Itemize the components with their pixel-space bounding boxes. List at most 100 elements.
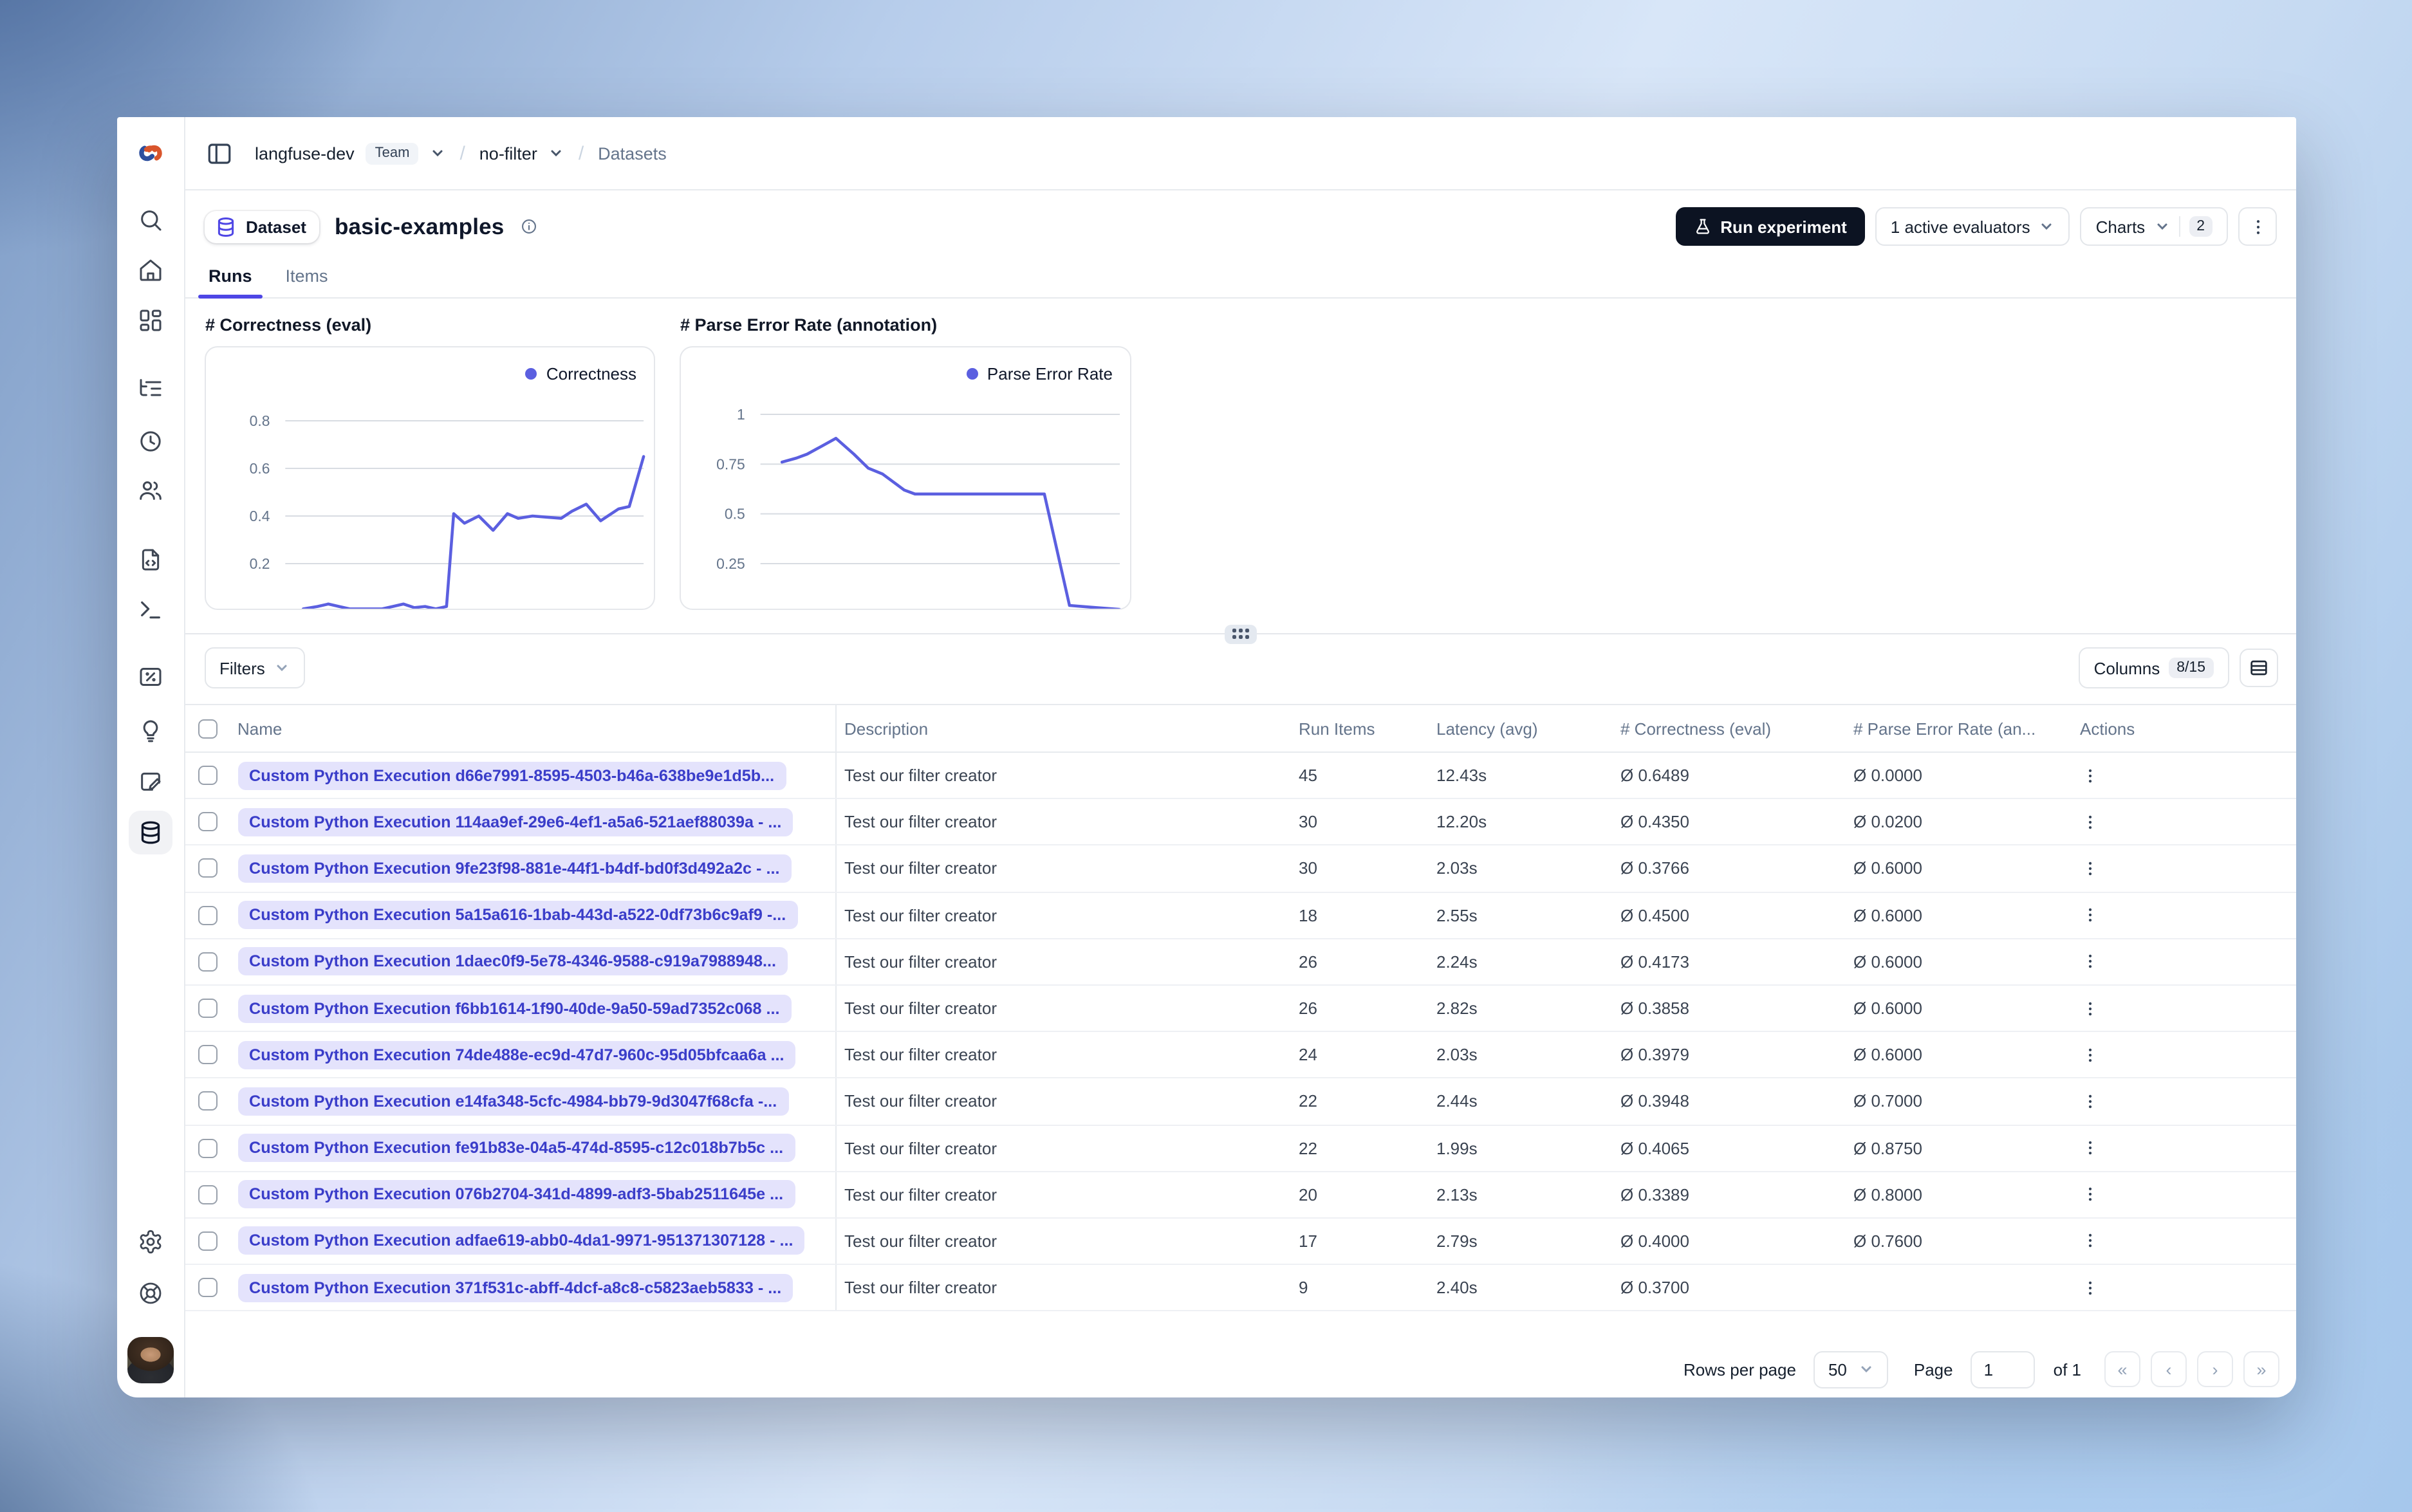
- first-page-button[interactable]: «: [2104, 1351, 2140, 1387]
- page-label: Page: [1913, 1360, 1953, 1379]
- row-kebab-menu-button[interactable]: [2080, 1046, 2101, 1064]
- row-checkbox[interactable]: [198, 858, 217, 878]
- run-name-link[interactable]: Custom Python Execution 076b2704-341d-48…: [237, 1180, 795, 1209]
- row-kebab-menu-button[interactable]: [2080, 1139, 2101, 1157]
- run-name-link[interactable]: Custom Python Execution e14fa348-5cfc-49…: [237, 1087, 789, 1116]
- sidebar-item-evaluation[interactable]: [129, 664, 172, 690]
- sidebar-item-users[interactable]: [129, 477, 172, 503]
- row-checkbox[interactable]: [198, 1138, 217, 1158]
- run-experiment-button[interactable]: Run experiment: [1675, 207, 1865, 246]
- row-checkbox[interactable]: [198, 812, 217, 832]
- row-checkbox[interactable]: [198, 1091, 217, 1111]
- column-header-latency[interactable]: Latency (avg): [1436, 719, 1620, 738]
- row-checkbox[interactable]: [198, 1185, 217, 1204]
- sidebar-item-support[interactable]: [129, 1280, 172, 1306]
- row-kebab-menu-button[interactable]: [2080, 1232, 2101, 1250]
- rows-per-page-select[interactable]: 50: [1814, 1351, 1888, 1388]
- select-all-checkbox[interactable]: [198, 719, 217, 738]
- square-percent-icon: [140, 668, 162, 686]
- row-kebab-menu-button[interactable]: [2080, 999, 2101, 1017]
- clipboard-pen-icon: [141, 772, 161, 791]
- previous-page-button[interactable]: ‹: [2151, 1351, 2187, 1387]
- column-header-name[interactable]: Name: [228, 705, 837, 751]
- run-items-cell: 22: [1299, 1091, 1317, 1111]
- row-kebab-menu-button[interactable]: [2080, 1278, 2101, 1296]
- user-avatar[interactable]: [127, 1337, 174, 1383]
- run-name-link[interactable]: Custom Python Execution 371f531c-abff-4d…: [237, 1273, 793, 1302]
- column-header-parse-error-rate[interactable]: # Parse Error Rate (an...: [1853, 719, 2062, 738]
- tab-items[interactable]: Items: [284, 257, 329, 297]
- row-checkbox[interactable]: [198, 1045, 217, 1065]
- rows-per-page-label: Rows per page: [1684, 1360, 1796, 1379]
- row-checkbox[interactable]: [198, 905, 217, 925]
- row-checkbox[interactable]: [198, 766, 217, 786]
- column-header-description[interactable]: Description: [837, 719, 1299, 738]
- sidebar-item-annotation[interactable]: [129, 768, 172, 794]
- sidebar-item-sessions[interactable]: [129, 429, 172, 454]
- run-latency-cell: 2.82s: [1436, 999, 1478, 1019]
- run-correctness-cell: Ø 0.4173: [1620, 952, 1689, 972]
- last-page-button[interactable]: »: [2243, 1351, 2279, 1387]
- row-checkbox[interactable]: [198, 999, 217, 1019]
- sidebar-item-home[interactable]: [129, 257, 172, 283]
- row-checkbox[interactable]: [198, 1231, 217, 1251]
- breadcrumb-environment[interactable]: no-filter: [479, 143, 537, 163]
- chevron-down-icon[interactable]: [549, 145, 564, 161]
- row-height-button[interactable]: [2239, 649, 2277, 687]
- run-name-link[interactable]: Custom Python Execution 74de488e-ec9d-47…: [237, 1040, 796, 1069]
- row-kebab-menu-button[interactable]: [2080, 953, 2101, 971]
- page-number-input[interactable]: [1971, 1351, 2036, 1388]
- run-items-cell: 22: [1299, 1138, 1317, 1158]
- sidebar-item-playground[interactable]: [129, 597, 172, 623]
- row-kebab-menu-button[interactable]: [2080, 1186, 2101, 1204]
- run-name-link[interactable]: Custom Python Execution adfae619-abb0-4d…: [237, 1226, 805, 1255]
- row-kebab-menu-button[interactable]: [2080, 1093, 2101, 1111]
- sidebar-item-settings[interactable]: [129, 1229, 172, 1255]
- list-tree-icon: [140, 379, 162, 396]
- run-parse-error-cell: Ø 0.7600: [1853, 1231, 1922, 1251]
- next-page-button[interactable]: ›: [2197, 1351, 2233, 1387]
- row-kebab-menu-button[interactable]: [2080, 813, 2101, 831]
- breadcrumb-section[interactable]: Datasets: [598, 143, 667, 163]
- columns-button[interactable]: Columns 8/15: [2078, 647, 2229, 688]
- row-checkbox[interactable]: [198, 1278, 217, 1298]
- row-kebab-menu-button[interactable]: [2080, 906, 2101, 924]
- run-items-cell: 26: [1299, 999, 1317, 1019]
- sidebar-item-dashboard[interactable]: [129, 308, 172, 333]
- run-name-cell: Custom Python Execution 5a15a616-1bab-44…: [228, 892, 837, 938]
- sidebar-item-tracing[interactable]: [129, 376, 172, 401]
- run-description-cell: Test our filter creator: [844, 1091, 997, 1111]
- charts-button[interactable]: Charts 2: [2080, 207, 2228, 246]
- active-evaluators-button[interactable]: 1 active evaluators: [1875, 207, 2070, 246]
- columns-count-badge: 8/15: [2169, 658, 2213, 678]
- sidebar-item-prompts[interactable]: [129, 547, 172, 573]
- run-name-link[interactable]: Custom Python Execution f6bb1614-1f90-40…: [237, 994, 792, 1023]
- run-name-link[interactable]: Custom Python Execution 9fe23f98-881e-44…: [237, 854, 792, 883]
- run-name-link[interactable]: Custom Python Execution 1daec0f9-5e78-43…: [237, 947, 788, 976]
- sidebar-toggle-button[interactable]: [206, 140, 233, 167]
- table-row: Custom Python Execution 1daec0f9-5e78-43…: [185, 939, 2296, 986]
- sidebar-item-search[interactable]: [129, 207, 172, 233]
- run-name-link[interactable]: Custom Python Execution 5a15a616-1bab-44…: [237, 901, 798, 930]
- chevron-down-icon[interactable]: [430, 145, 445, 161]
- info-icon[interactable]: [519, 217, 537, 235]
- table-row: Custom Python Execution d66e7991-8595-45…: [185, 753, 2296, 800]
- tab-runs[interactable]: Runs: [198, 257, 262, 299]
- more-actions-button[interactable]: [2238, 207, 2277, 246]
- run-name-link[interactable]: Custom Python Execution fe91b83e-04a5-47…: [237, 1134, 795, 1163]
- breadcrumb-project[interactable]: langfuse-dev: [255, 143, 355, 163]
- run-name-link[interactable]: Custom Python Execution d66e7991-8595-45…: [237, 761, 786, 790]
- column-header-run-items[interactable]: Run Items: [1299, 719, 1436, 738]
- filters-button[interactable]: Filters: [204, 647, 305, 688]
- sidebar-item-suggestions[interactable]: [129, 718, 172, 744]
- sidebar-item-datasets[interactable]: [129, 811, 172, 854]
- lifebuoy-icon: [140, 1282, 162, 1304]
- column-header-correctness[interactable]: # Correctness (eval): [1620, 719, 1853, 738]
- row-kebab-menu-button[interactable]: [2080, 860, 2101, 878]
- run-name-link[interactable]: Custom Python Execution 114aa9ef-29e6-4e…: [237, 807, 793, 836]
- langfuse-logo-icon[interactable]: [134, 136, 167, 170]
- chart-legend: Correctness: [525, 364, 636, 383]
- row-kebab-menu-button[interactable]: [2080, 766, 2101, 784]
- resize-handle[interactable]: [1225, 624, 1257, 643]
- row-checkbox[interactable]: [198, 952, 217, 972]
